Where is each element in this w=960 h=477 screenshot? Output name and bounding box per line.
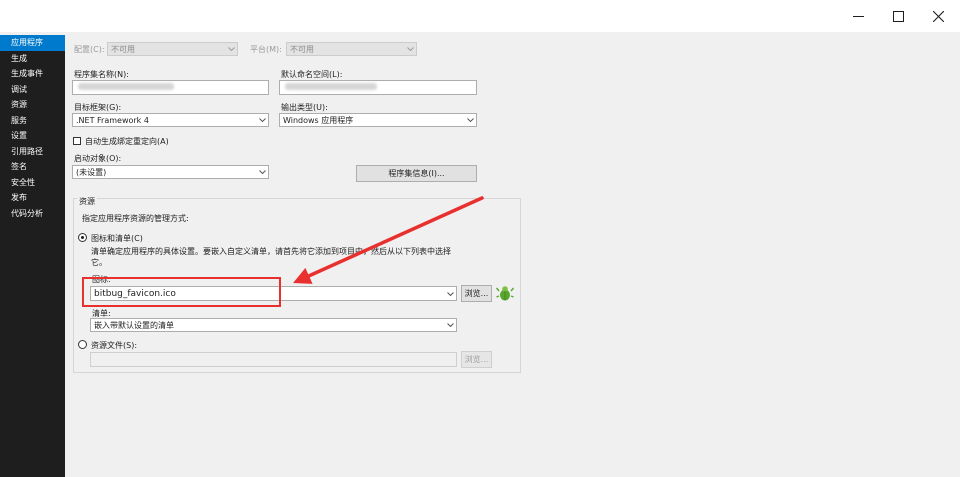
resources-description: 指定应用程序资源的管理方式: <box>82 214 189 223</box>
sidebar-item-security[interactable]: 安全性 <box>0 175 65 191</box>
chevron-down-icon <box>445 291 456 296</box>
resource-browse-button[interactable]: 浏览... <box>461 351 492 368</box>
platform-label: 平台(M): <box>250 45 282 54</box>
minimize-button[interactable] <box>838 0 878 32</box>
sidebar-item-debug[interactable]: 调试 <box>0 82 65 98</box>
sidebar-item-signing[interactable]: 签名 <box>0 159 65 175</box>
manifest-select[interactable]: 嵌入带默认设置的清单 <box>90 318 457 332</box>
manifest-select-value: 嵌入带默认设置的清单 <box>94 320 174 330</box>
output-type-value: Windows 应用程序 <box>283 115 354 125</box>
sidebar-item-code-analysis[interactable]: 代码分析 <box>0 206 65 222</box>
output-type-label: 输出类型(U): <box>281 103 328 112</box>
platform-select[interactable]: 不可用 <box>286 42 417 56</box>
target-framework-select[interactable]: .NET Framework 4 <box>72 113 269 127</box>
icon-manifest-radio[interactable] <box>78 233 87 242</box>
target-framework-label: 目标框架(G): <box>74 103 122 112</box>
chevron-down-icon <box>405 47 416 51</box>
bug-favicon-icon <box>496 286 514 301</box>
auto-binding-label: 自动生成绑定重定向(A) <box>85 137 169 146</box>
startup-object-label: 启动对象(O): <box>74 154 122 163</box>
assembly-info-button[interactable]: 程序集信息(I)... <box>356 165 477 182</box>
title-bar <box>0 0 960 32</box>
assembly-name-label: 程序集名称(N): <box>74 70 129 79</box>
maximize-button[interactable] <box>878 0 918 32</box>
auto-binding-checkbox[interactable] <box>73 137 81 145</box>
sidebar-item-resources[interactable]: 资源 <box>0 97 65 113</box>
platform-select-value: 不可用 <box>290 44 314 54</box>
redacted-blur <box>78 83 174 90</box>
chevron-down-icon <box>465 118 476 122</box>
sidebar: 应用程序 生成 生成事件 调试 资源 服务 设置 引用路径 签名 安全性 发布 … <box>0 35 70 477</box>
annotation-highlight-box <box>82 277 281 307</box>
startup-object-value: (未设置) <box>76 167 107 177</box>
maximize-icon <box>892 10 904 22</box>
config-select[interactable]: 不可用 <box>107 42 238 56</box>
resource-file-input[interactable] <box>90 352 457 367</box>
icon-manifest-label: 图标和清单(C) <box>91 234 143 243</box>
sidebar-item-application[interactable]: 应用程序 <box>0 35 70 51</box>
startup-object-select[interactable]: (未设置) <box>72 165 269 179</box>
chevron-down-icon <box>257 170 268 174</box>
chevron-down-icon <box>257 118 268 122</box>
icon-browse-button[interactable]: 浏览... <box>461 285 492 302</box>
target-framework-value: .NET Framework 4 <box>76 115 149 125</box>
resource-file-label: 资源文件(S): <box>91 341 138 350</box>
config-select-value: 不可用 <box>111 44 135 54</box>
sidebar-item-services[interactable]: 服务 <box>0 113 65 129</box>
sidebar-item-settings[interactable]: 设置 <box>0 128 65 144</box>
chevron-down-icon <box>445 323 456 327</box>
redacted-blur <box>285 83 377 90</box>
sidebar-item-reference-paths[interactable]: 引用路径 <box>0 144 65 160</box>
minimize-icon <box>852 15 864 17</box>
radio-selected-dot <box>81 236 84 239</box>
output-type-select[interactable]: Windows 应用程序 <box>279 113 477 127</box>
icon-manifest-help: 清单确定应用程序的具体设置。要嵌入自定义清单，请首先将它添加到项目中，然后从以下… <box>91 247 451 256</box>
config-label: 配置(C): <box>74 45 105 54</box>
close-button[interactable] <box>918 0 958 32</box>
resources-group-title: 资源 <box>77 196 97 207</box>
default-namespace-label: 默认命名空间(L): <box>281 70 343 79</box>
sidebar-item-build[interactable]: 生成 <box>0 51 65 67</box>
sidebar-item-publish[interactable]: 发布 <box>0 190 65 206</box>
sidebar-item-build-events[interactable]: 生成事件 <box>0 66 65 82</box>
icon-manifest-help-2: 它。 <box>91 258 107 267</box>
resource-file-radio[interactable] <box>78 340 87 349</box>
chevron-down-icon <box>226 47 237 51</box>
close-icon <box>932 10 944 22</box>
